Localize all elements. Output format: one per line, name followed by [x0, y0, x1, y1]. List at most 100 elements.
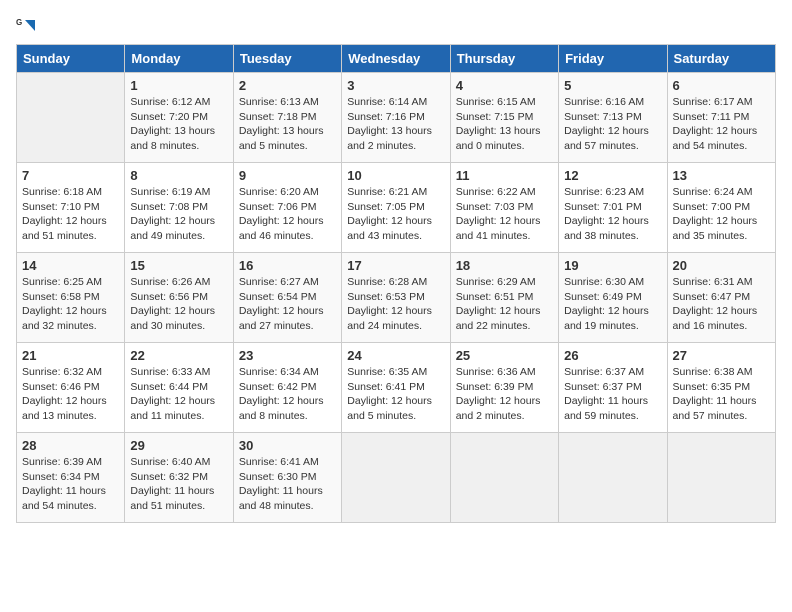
date-number: 27 — [673, 348, 770, 363]
calendar-cell: 10 Sunrise: 6:21 AM Sunset: 7:05 PM Dayli… — [342, 163, 450, 253]
date-number: 26 — [564, 348, 661, 363]
date-number: 5 — [564, 78, 661, 93]
week-row-5: 28 Sunrise: 6:39 AM Sunset: 6:34 PM Dayli… — [17, 433, 776, 523]
cell-info: Sunrise: 6:20 AM Sunset: 7:06 PM Dayligh… — [239, 185, 336, 244]
date-number: 19 — [564, 258, 661, 273]
date-number: 4 — [456, 78, 553, 93]
day-header-tuesday: Tuesday — [233, 45, 341, 73]
calendar-cell: 28 Sunrise: 6:39 AM Sunset: 6:34 PM Dayli… — [17, 433, 125, 523]
calendar-cell: 23 Sunrise: 6:34 AM Sunset: 6:42 PM Dayli… — [233, 343, 341, 433]
date-number: 12 — [564, 168, 661, 183]
calendar-cell: 22 Sunrise: 6:33 AM Sunset: 6:44 PM Dayli… — [125, 343, 233, 433]
cell-info: Sunrise: 6:19 AM Sunset: 7:08 PM Dayligh… — [130, 185, 227, 244]
calendar-cell: 20 Sunrise: 6:31 AM Sunset: 6:47 PM Dayli… — [667, 253, 775, 343]
logo: G — [16, 16, 40, 36]
date-number: 17 — [347, 258, 444, 273]
cell-info: Sunrise: 6:21 AM Sunset: 7:05 PM Dayligh… — [347, 185, 444, 244]
calendar-cell — [17, 73, 125, 163]
date-number: 7 — [22, 168, 119, 183]
week-row-1: 1 Sunrise: 6:12 AM Sunset: 7:20 PM Daylig… — [17, 73, 776, 163]
date-number: 28 — [22, 438, 119, 453]
cell-info: Sunrise: 6:39 AM Sunset: 6:34 PM Dayligh… — [22, 455, 119, 514]
cell-info: Sunrise: 6:18 AM Sunset: 7:10 PM Dayligh… — [22, 185, 119, 244]
cell-info: Sunrise: 6:30 AM Sunset: 6:49 PM Dayligh… — [564, 275, 661, 334]
calendar-cell: 30 Sunrise: 6:41 AM Sunset: 6:30 PM Dayli… — [233, 433, 341, 523]
calendar-cell: 29Sunrise: 6:40 AM Sunset: 6:32 PM Dayli… — [125, 433, 233, 523]
date-number: 11 — [456, 168, 553, 183]
cell-info: Sunrise: 6:37 AM Sunset: 6:37 PM Dayligh… — [564, 365, 661, 424]
day-header-monday: Monday — [125, 45, 233, 73]
cell-info: Sunrise: 6:26 AM Sunset: 6:56 PM Dayligh… — [130, 275, 227, 334]
calendar-cell: 17 Sunrise: 6:28 AM Sunset: 6:53 PM Dayli… — [342, 253, 450, 343]
calendar-cell: 14Sunrise: 6:25 AM Sunset: 6:58 PM Dayli… — [17, 253, 125, 343]
cell-info: Sunrise: 6:38 AM Sunset: 6:35 PM Dayligh… — [673, 365, 770, 424]
calendar-cell: 1 Sunrise: 6:12 AM Sunset: 7:20 PM Daylig… — [125, 73, 233, 163]
date-number: 16 — [239, 258, 336, 273]
date-number: 14 — [22, 258, 119, 273]
calendar-cell: 16 Sunrise: 6:27 AM Sunset: 6:54 PM Dayli… — [233, 253, 341, 343]
cell-info: Sunrise: 6:29 AM Sunset: 6:51 PM Dayligh… — [456, 275, 553, 334]
cell-info: Sunrise: 6:22 AM Sunset: 7:03 PM Dayligh… — [456, 185, 553, 244]
week-row-4: 21 Sunrise: 6:32 AM Sunset: 6:46 PM Dayli… — [17, 343, 776, 433]
date-number: 10 — [347, 168, 444, 183]
day-header-friday: Friday — [559, 45, 667, 73]
calendar-cell: 19 Sunrise: 6:30 AM Sunset: 6:49 PM Dayli… — [559, 253, 667, 343]
date-number: 30 — [239, 438, 336, 453]
date-number: 2 — [239, 78, 336, 93]
calendar-cell: 8 Sunrise: 6:19 AM Sunset: 7:08 PM Daylig… — [125, 163, 233, 253]
cell-info: Sunrise: 6:31 AM Sunset: 6:47 PM Dayligh… — [673, 275, 770, 334]
date-number: 22 — [130, 348, 227, 363]
date-number: 1 — [130, 78, 227, 93]
calendar-cell — [667, 433, 775, 523]
svg-text:G: G — [16, 18, 22, 27]
calendar-cell: 6 Sunrise: 6:17 AM Sunset: 7:11 PM Daylig… — [667, 73, 775, 163]
calendar-cell: 11 Sunrise: 6:22 AM Sunset: 7:03 PM Dayli… — [450, 163, 558, 253]
date-number: 6 — [673, 78, 770, 93]
date-number: 23 — [239, 348, 336, 363]
calendar-cell: 12 Sunrise: 6:23 AM Sunset: 7:01 PM Dayli… — [559, 163, 667, 253]
calendar-header-row: SundayMondayTuesdayWednesdayThursdayFrid… — [17, 45, 776, 73]
date-number: 8 — [130, 168, 227, 183]
cell-info: Sunrise: 6:17 AM Sunset: 7:11 PM Dayligh… — [673, 95, 770, 154]
cell-info: Sunrise: 6:12 AM Sunset: 7:20 PM Dayligh… — [130, 95, 227, 154]
calendar-cell: 3 Sunrise: 6:14 AM Sunset: 7:16 PM Daylig… — [342, 73, 450, 163]
week-row-2: 7 Sunrise: 6:18 AM Sunset: 7:10 PM Daylig… — [17, 163, 776, 253]
cell-info: Sunrise: 6:32 AM Sunset: 6:46 PM Dayligh… — [22, 365, 119, 424]
cell-info: Sunrise: 6:36 AM Sunset: 6:39 PM Dayligh… — [456, 365, 553, 424]
cell-info: Sunrise: 6:14 AM Sunset: 7:16 PM Dayligh… — [347, 95, 444, 154]
cell-info: Sunrise: 6:33 AM Sunset: 6:44 PM Dayligh… — [130, 365, 227, 424]
calendar-cell: 5 Sunrise: 6:16 AM Sunset: 7:13 PM Daylig… — [559, 73, 667, 163]
header: G — [16, 16, 776, 36]
cell-info: Sunrise: 6:35 AM Sunset: 6:41 PM Dayligh… — [347, 365, 444, 424]
cell-info: Sunrise: 6:34 AM Sunset: 6:42 PM Dayligh… — [239, 365, 336, 424]
calendar-cell: 26 Sunrise: 6:37 AM Sunset: 6:37 PM Dayli… — [559, 343, 667, 433]
calendar-body: 1 Sunrise: 6:12 AM Sunset: 7:20 PM Daylig… — [17, 73, 776, 523]
cell-info: Sunrise: 6:41 AM Sunset: 6:30 PM Dayligh… — [239, 455, 336, 514]
calendar-cell: 15Sunrise: 6:26 AM Sunset: 6:56 PM Dayli… — [125, 253, 233, 343]
day-header-sunday: Sunday — [17, 45, 125, 73]
cell-info: Sunrise: 6:16 AM Sunset: 7:13 PM Dayligh… — [564, 95, 661, 154]
cell-info: Sunrise: 6:40 AM Sunset: 6:32 PM Dayligh… — [130, 455, 227, 514]
calendar-cell: 7 Sunrise: 6:18 AM Sunset: 7:10 PM Daylig… — [17, 163, 125, 253]
date-number: 18 — [456, 258, 553, 273]
calendar-cell: 9Sunrise: 6:20 AM Sunset: 7:06 PM Daylig… — [233, 163, 341, 253]
cell-info: Sunrise: 6:15 AM Sunset: 7:15 PM Dayligh… — [456, 95, 553, 154]
calendar-table: SundayMondayTuesdayWednesdayThursdayFrid… — [16, 44, 776, 523]
date-number: 24 — [347, 348, 444, 363]
cell-info: Sunrise: 6:24 AM Sunset: 7:00 PM Dayligh… — [673, 185, 770, 244]
date-number: 21 — [22, 348, 119, 363]
date-number: 3 — [347, 78, 444, 93]
cell-info: Sunrise: 6:23 AM Sunset: 7:01 PM Dayligh… — [564, 185, 661, 244]
calendar-cell: 13 Sunrise: 6:24 AM Sunset: 7:00 PM Dayli… — [667, 163, 775, 253]
cell-info: Sunrise: 6:27 AM Sunset: 6:54 PM Dayligh… — [239, 275, 336, 334]
date-number: 25 — [456, 348, 553, 363]
date-number: 20 — [673, 258, 770, 273]
cell-info: Sunrise: 6:28 AM Sunset: 6:53 PM Dayligh… — [347, 275, 444, 334]
calendar-cell: 21 Sunrise: 6:32 AM Sunset: 6:46 PM Dayli… — [17, 343, 125, 433]
day-header-wednesday: Wednesday — [342, 45, 450, 73]
cell-info: Sunrise: 6:13 AM Sunset: 7:18 PM Dayligh… — [239, 95, 336, 154]
calendar-cell — [450, 433, 558, 523]
calendar-cell: 4 Sunrise: 6:15 AM Sunset: 7:15 PM Daylig… — [450, 73, 558, 163]
date-number: 13 — [673, 168, 770, 183]
calendar-cell: 27 Sunrise: 6:38 AM Sunset: 6:35 PM Dayli… — [667, 343, 775, 433]
